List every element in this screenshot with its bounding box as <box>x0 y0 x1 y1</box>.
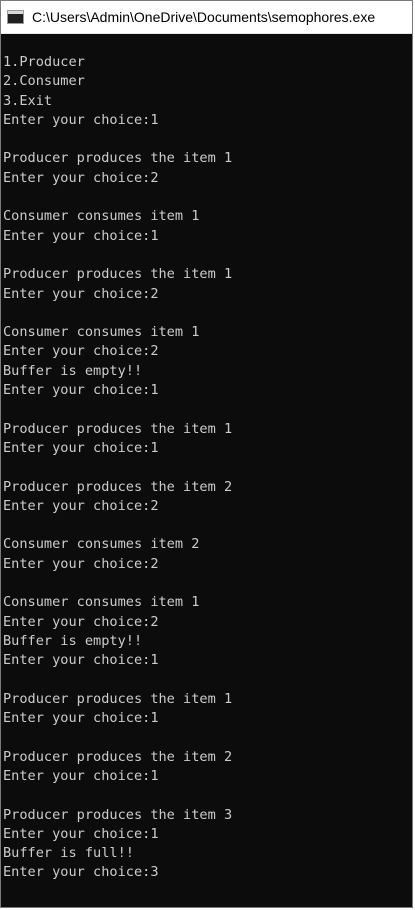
console-line: Enter your choice:2 <box>3 169 159 186</box>
console-line: Producer produces the item 1 <box>3 420 233 437</box>
console-line: Enter your choice:2 <box>3 497 159 514</box>
console-line: Producer produces the item 1 <box>3 150 233 167</box>
console-line: Producer produces the item 2 <box>3 748 233 765</box>
console-line: Enter your choice:2 <box>3 613 159 630</box>
console-line: Enter your choice:1 <box>3 825 159 842</box>
window-title: C:\Users\Admin\OneDrive\Documents\semoph… <box>32 9 376 25</box>
console-line: 2.Consumer <box>3 73 85 90</box>
console-line: 3.Exit <box>3 92 53 109</box>
console-line: Enter your choice:2 <box>3 555 159 572</box>
console-line: Enter your choice:2 <box>3 285 159 302</box>
console-line: Buffer is full!! <box>3 845 134 862</box>
console-line: Enter your choice:1 <box>3 710 159 727</box>
console-window[interactable]: C:\Users\Admin\OneDrive\Documents\semoph… <box>0 0 413 908</box>
console-line: Consumer consumes item 1 <box>3 324 200 341</box>
console-line: Enter your choice:2 <box>3 343 159 360</box>
console-line: Consumer consumes item 2 <box>3 536 200 553</box>
title-bar[interactable]: C:\Users\Admin\OneDrive\Documents\semoph… <box>1 1 412 34</box>
console-line: 1.Producer <box>3 54 85 70</box>
console-line: Buffer is empty!! <box>3 632 143 649</box>
console-line: Enter your choice:1 <box>3 382 159 399</box>
console-line: Enter your choice:1 <box>3 439 159 456</box>
console-line: Enter your choice:1 <box>3 767 159 784</box>
console-output[interactable]: 1.Producer 2.Consumer 3.Exit Enter your cho… <box>1 34 412 907</box>
console-line: Enter your choice:1 <box>3 652 159 669</box>
console-line: Producer produces the item 2 <box>3 478 233 495</box>
console-line: Producer produces the item 3 <box>3 806 233 823</box>
console-line: Producer produces the item 1 <box>3 690 233 707</box>
console-line: Enter your choice:1 <box>3 227 159 244</box>
console-line: Producer produces the item 1 <box>3 266 233 283</box>
console-line: Consumer consumes item 1 <box>3 208 200 225</box>
console-line: Buffer is empty!! <box>3 362 143 379</box>
console-app-icon <box>7 10 24 24</box>
console-line: Consumer consumes item 1 <box>3 594 200 611</box>
console-line: Enter your choice:1 <box>3 111 159 128</box>
console-line: Enter your choice:3 <box>3 864 159 881</box>
